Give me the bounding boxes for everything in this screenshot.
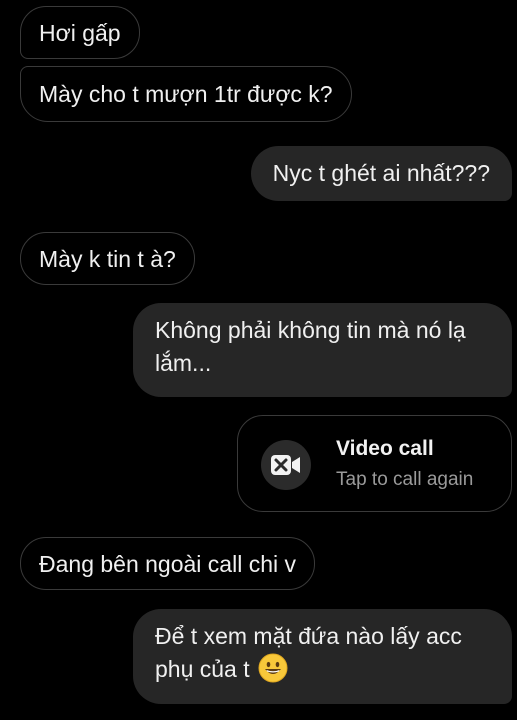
call-title: Video call bbox=[336, 437, 434, 460]
sent-message-bubble[interactable]: Không phải không tin mà nó lạ lắm... bbox=[133, 303, 512, 397]
received-message-bubble[interactable]: Hơi gấp bbox=[20, 6, 140, 59]
message-text: Không phải không tin mà nó lạ lắm... bbox=[155, 317, 466, 376]
received-message-bubble[interactable]: Mày cho t mượn 1tr được k? bbox=[20, 66, 352, 122]
received-message-bubble[interactable]: Đang bên ngoài call chi v bbox=[20, 537, 315, 590]
grinning-face-emoji-icon bbox=[258, 653, 288, 692]
chat-thread: Hơi gấp Mày cho t mượn 1tr được k? Nyc t… bbox=[0, 0, 517, 720]
message-text: Hơi gấp bbox=[39, 20, 121, 46]
video-call-card[interactable]: Video call Tap to call again bbox=[237, 415, 512, 512]
video-call-missed-icon bbox=[261, 440, 311, 490]
message-text: Để t xem mặt đứa nào lấy acc phụ của t bbox=[155, 623, 462, 682]
received-message-bubble[interactable]: Mày k tin t à? bbox=[20, 232, 195, 285]
message-text: Đang bên ngoài call chi v bbox=[39, 551, 296, 577]
sent-message-bubble[interactable]: Nyc t ghét ai nhất??? bbox=[250, 146, 512, 201]
message-text: Mày cho t mượn 1tr được k? bbox=[39, 81, 333, 107]
call-again-link[interactable]: Tap to call again bbox=[336, 469, 473, 491]
message-text: Mày k tin t à? bbox=[39, 246, 176, 272]
sent-message-bubble[interactable]: Để t xem mặt đứa nào lấy acc phụ của t bbox=[133, 609, 512, 704]
message-text: Nyc t ghét ai nhất??? bbox=[272, 160, 490, 186]
